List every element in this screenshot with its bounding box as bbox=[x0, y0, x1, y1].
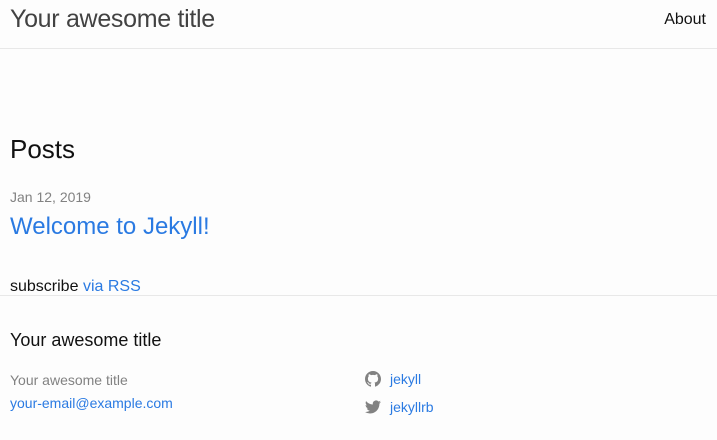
post-title-link[interactable]: Welcome to Jekyll! bbox=[10, 212, 210, 242]
footer-email-link[interactable]: your-email@example.com bbox=[10, 395, 173, 411]
subscribe-text: subscribe bbox=[10, 278, 79, 295]
footer-heading: Your awesome title bbox=[10, 330, 162, 350]
site-title-link[interactable]: Your awesome title bbox=[10, 4, 215, 34]
footer-site-name: Your awesome title bbox=[10, 372, 128, 388]
github-username: jekyll bbox=[390, 371, 422, 387]
twitter-username: jekyllrb bbox=[390, 399, 434, 415]
twitter-icon bbox=[365, 399, 381, 415]
subscribe-line: subscribe via RSS bbox=[10, 278, 141, 296]
page-heading: Posts bbox=[10, 134, 76, 164]
github-link[interactable]: jekyll bbox=[365, 370, 421, 388]
rss-link[interactable]: via RSS bbox=[83, 278, 141, 295]
twitter-link[interactable]: jekyllrb bbox=[365, 398, 434, 416]
page-content: Posts Jan 12, 2019 Welcome to Jekyll! su… bbox=[0, 49, 717, 295]
site-header: Your awesome title About bbox=[0, 0, 717, 49]
post-date: Jan 12, 2019 bbox=[10, 189, 91, 205]
nav-link-about[interactable]: About bbox=[664, 10, 706, 30]
site-footer: Your awesome title Your awesome title yo… bbox=[0, 295, 717, 440]
github-icon bbox=[365, 371, 381, 387]
